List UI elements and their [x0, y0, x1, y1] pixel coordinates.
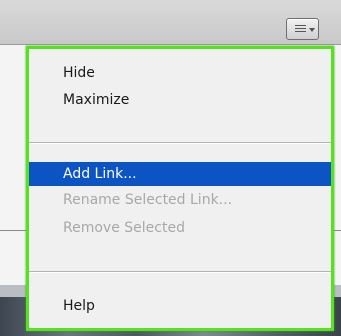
panel-divider-left [0, 230, 26, 231]
menu-separator [29, 271, 331, 273]
panel-menu-icon [295, 25, 306, 34]
chevron-down-icon [309, 28, 315, 32]
menu-item-rename-selected-link: Rename Selected Link... [63, 192, 233, 208]
panel-header [0, 0, 341, 45]
menu-item-hide[interactable]: Hide [29, 61, 331, 85]
flyout-menu: Hide Maximize Add Link... Rename Selecte… [26, 46, 334, 331]
menu-item-maximize[interactable]: Maximize [29, 88, 331, 112]
menu-item-help[interactable]: Help [29, 294, 331, 318]
panel-divider-right [334, 230, 341, 231]
menu-item-add-link[interactable]: Add Link... [29, 162, 331, 186]
panel-menu-button[interactable] [286, 18, 319, 40]
menu-item-remove-selected: Remove Selected [63, 220, 185, 236]
menu-separator [29, 142, 331, 144]
